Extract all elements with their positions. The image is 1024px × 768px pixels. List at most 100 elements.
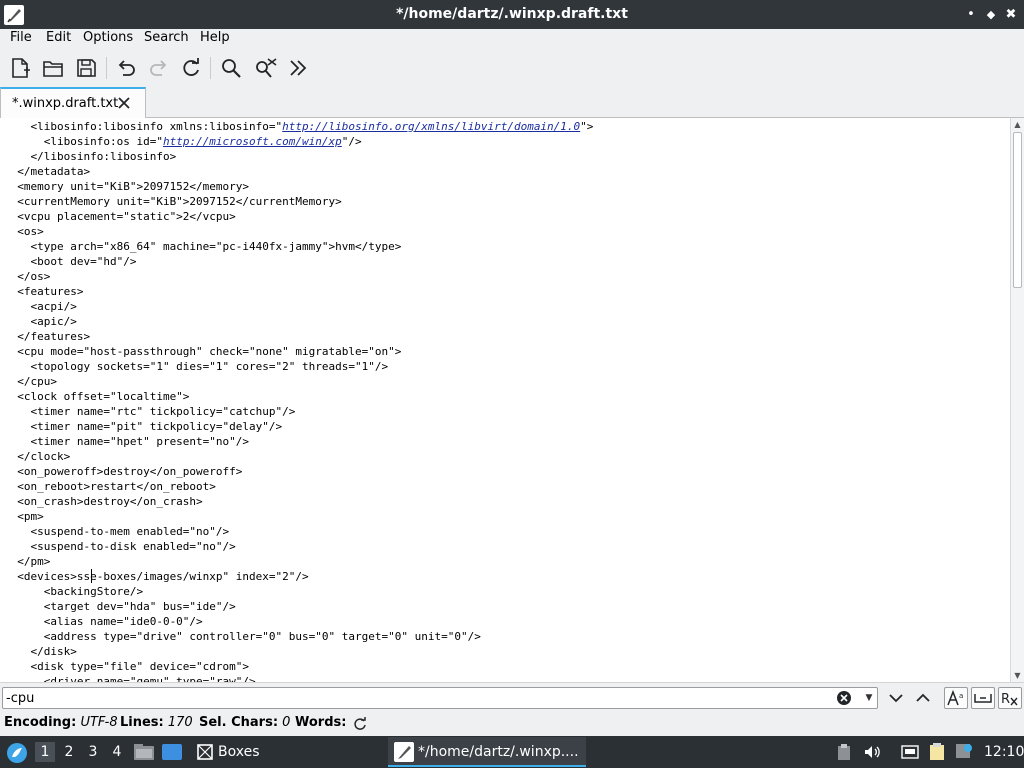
- clear-search-icon[interactable]: [836, 690, 852, 706]
- menu-help[interactable]: Help: [200, 30, 230, 45]
- code-line: </os>: [4, 269, 593, 284]
- code-line: <pm>: [4, 509, 593, 524]
- volume-icon[interactable]: [863, 743, 881, 761]
- menu-file[interactable]: File: [10, 30, 32, 45]
- code-line: <on_reboot>restart</on_reboot>: [4, 479, 593, 494]
- taskbar-featherpad-window[interactable]: */home/dartz/.winxp....: [388, 737, 586, 767]
- code-line: <timer name="rtc" tickpolicy="catchup"/>: [4, 404, 593, 419]
- code-line: <timer name="pit" tickpolicy="delay"/>: [4, 419, 593, 434]
- open-folder-icon[interactable]: [40, 55, 66, 81]
- file-manager-icon[interactable]: [133, 742, 155, 762]
- code-text: <timer name="hpet" present="no"/>: [4, 435, 250, 448]
- code-text: <type arch="x86_64" machine="pc-i440fx-j…: [4, 240, 402, 253]
- code-line: <on_poweroff>destroy</on_poweroff>: [4, 464, 593, 479]
- regex-icon[interactable]: R: [998, 687, 1022, 709]
- find-next-icon[interactable]: [884, 687, 908, 709]
- menu-search[interactable]: Search: [144, 30, 189, 45]
- find-replace-icon[interactable]: [252, 55, 278, 81]
- new-document-icon[interactable]: [7, 55, 33, 81]
- workspace-3[interactable]: 3: [83, 742, 103, 762]
- code-text: <timer name="rtc" tickpolicy="catchup"/>: [4, 405, 296, 418]
- find-previous-icon[interactable]: [911, 687, 935, 709]
- workspace-2[interactable]: 2: [59, 742, 79, 762]
- start-menu-icon[interactable]: [6, 742, 28, 764]
- clipboard-icon[interactable]: [836, 743, 852, 761]
- more-tools-icon[interactable]: [285, 55, 311, 81]
- code-line: </disk>: [4, 644, 593, 659]
- toolbar-separator: [210, 57, 211, 79]
- code-text: <vcpu placement="static">2</vcpu>: [4, 210, 236, 223]
- taskbar-boxes-label: Boxes: [218, 744, 260, 760]
- scrollbar-thumb[interactable]: [1013, 132, 1022, 288]
- url-link[interactable]: http://microsoft.com/win/xp: [163, 135, 342, 148]
- maximize-button[interactable]: ◆: [982, 6, 1000, 24]
- close-window-button[interactable]: ✖: [1002, 6, 1020, 24]
- notes-icon[interactable]: [928, 742, 946, 762]
- taskbar: 1 2 3 4 Boxes */home/dartz/.winxp.... 12…: [0, 736, 1024, 768]
- lines-status: Lines: 170: [120, 715, 193, 730]
- update-notifier-icon[interactable]: [955, 743, 973, 761]
- match-case-icon[interactable]: a: [944, 687, 968, 709]
- scroll-up-icon[interactable]: ▲: [1013, 120, 1022, 129]
- find-icon[interactable]: [218, 55, 244, 81]
- code-line: <driver name="qemu" type="raw"/>: [4, 674, 593, 682]
- vertical-scrollbar[interactable]: ▲ ▼: [1010, 118, 1024, 682]
- code-line: <features>: [4, 284, 593, 299]
- code-line: <on_crash>destroy</on_crash>: [4, 494, 593, 509]
- code-line: <suspend-to-disk enabled="no"/>: [4, 539, 593, 554]
- code-text: <alias name="ide0-0-0"/>: [4, 615, 203, 628]
- code-text: </pm>: [4, 555, 51, 568]
- code-text: <libosinfo:os id=": [4, 135, 163, 148]
- code-text: <driver name="qemu" type="raw"/>: [4, 675, 256, 682]
- whole-word-icon[interactable]: [971, 687, 995, 709]
- code-text: <pm>: [4, 510, 44, 523]
- status-bar: Encoding: UTF-8 Lines: 170 Sel. Chars: 0…: [0, 712, 1024, 736]
- desktop-icon[interactable]: [161, 743, 183, 761]
- code-line: <memory unit="KiB">2097152</memory>: [4, 179, 593, 194]
- search-input[interactable]: [2, 687, 878, 709]
- code-text: </features>: [4, 330, 91, 343]
- code-text: "/>: [341, 135, 362, 148]
- code-line: <topology sockets="1" dies="1" cores="2"…: [4, 359, 593, 374]
- workspace-1[interactable]: 1: [35, 742, 55, 762]
- code-line: <os>: [4, 224, 593, 239]
- scroll-down-icon[interactable]: ▼: [1013, 671, 1022, 680]
- code-line: <timer name="hpet" present="no"/>: [4, 434, 593, 449]
- window-titlebar: */home/dartz/.winxp.draft.txt • ◆ ✖: [0, 0, 1024, 29]
- reload-icon[interactable]: [178, 55, 204, 81]
- workspace-4[interactable]: 4: [107, 742, 127, 762]
- code-text: </disk>: [4, 645, 77, 658]
- code-line: <boot dev="hd"/>: [4, 254, 593, 269]
- refresh-word-count-icon[interactable]: [352, 716, 368, 732]
- tab-winxp-draft[interactable]: *.winxp.draft.txt: [0, 87, 146, 118]
- code-line: <devices>sse-boxes/images/winxp" index="…: [4, 569, 593, 584]
- taskbar-boxes[interactable]: Boxes: [191, 737, 281, 767]
- code-text: <memory unit="KiB">2097152</memory>: [4, 180, 250, 193]
- code-text: <suspend-to-disk enabled="no"/>: [4, 540, 236, 553]
- code-text: <clock offset="localtime">: [4, 390, 190, 403]
- code-text: <libosinfo:libosinfo xmlns:libosinfo=": [4, 120, 283, 133]
- search-history-dropdown-icon[interactable]: ▼: [862, 690, 876, 706]
- text-editor[interactable]: <libosinfo:libosinfo xmlns:libosinfo="ht…: [0, 118, 1010, 682]
- code-text: </metadata>: [4, 165, 91, 178]
- taskbar-window-label: */home/dartz/.winxp....: [418, 744, 579, 760]
- code-text: <timer name="pit" tickpolicy="delay"/>: [4, 420, 283, 433]
- close-tab-icon[interactable]: [117, 95, 131, 109]
- menu-options[interactable]: Options: [83, 30, 133, 45]
- network-icon[interactable]: [900, 743, 920, 761]
- url-link[interactable]: http://libosinfo.org/xmlns/libvirt/domai…: [282, 120, 580, 133]
- undo-icon[interactable]: [113, 55, 139, 81]
- code-line: </cpu>: [4, 374, 593, 389]
- redo-icon[interactable]: [146, 55, 172, 81]
- code-line: <target dev="hda" bus="ide"/>: [4, 599, 593, 614]
- save-icon[interactable]: [73, 55, 99, 81]
- encoding-status: Encoding: UTF-8: [4, 715, 118, 730]
- menu-edit[interactable]: Edit: [46, 30, 71, 45]
- code-line: <cpu mode="host-passthrough" check="none…: [4, 344, 593, 359]
- code-line: <apic/>: [4, 314, 593, 329]
- code-text: </os>: [4, 270, 51, 283]
- minimize-button[interactable]: •: [962, 6, 980, 24]
- code-text: <on_reboot>restart</on_reboot>: [4, 480, 216, 493]
- code-line: <alias name="ide0-0-0"/>: [4, 614, 593, 629]
- toolbar: [0, 49, 1024, 87]
